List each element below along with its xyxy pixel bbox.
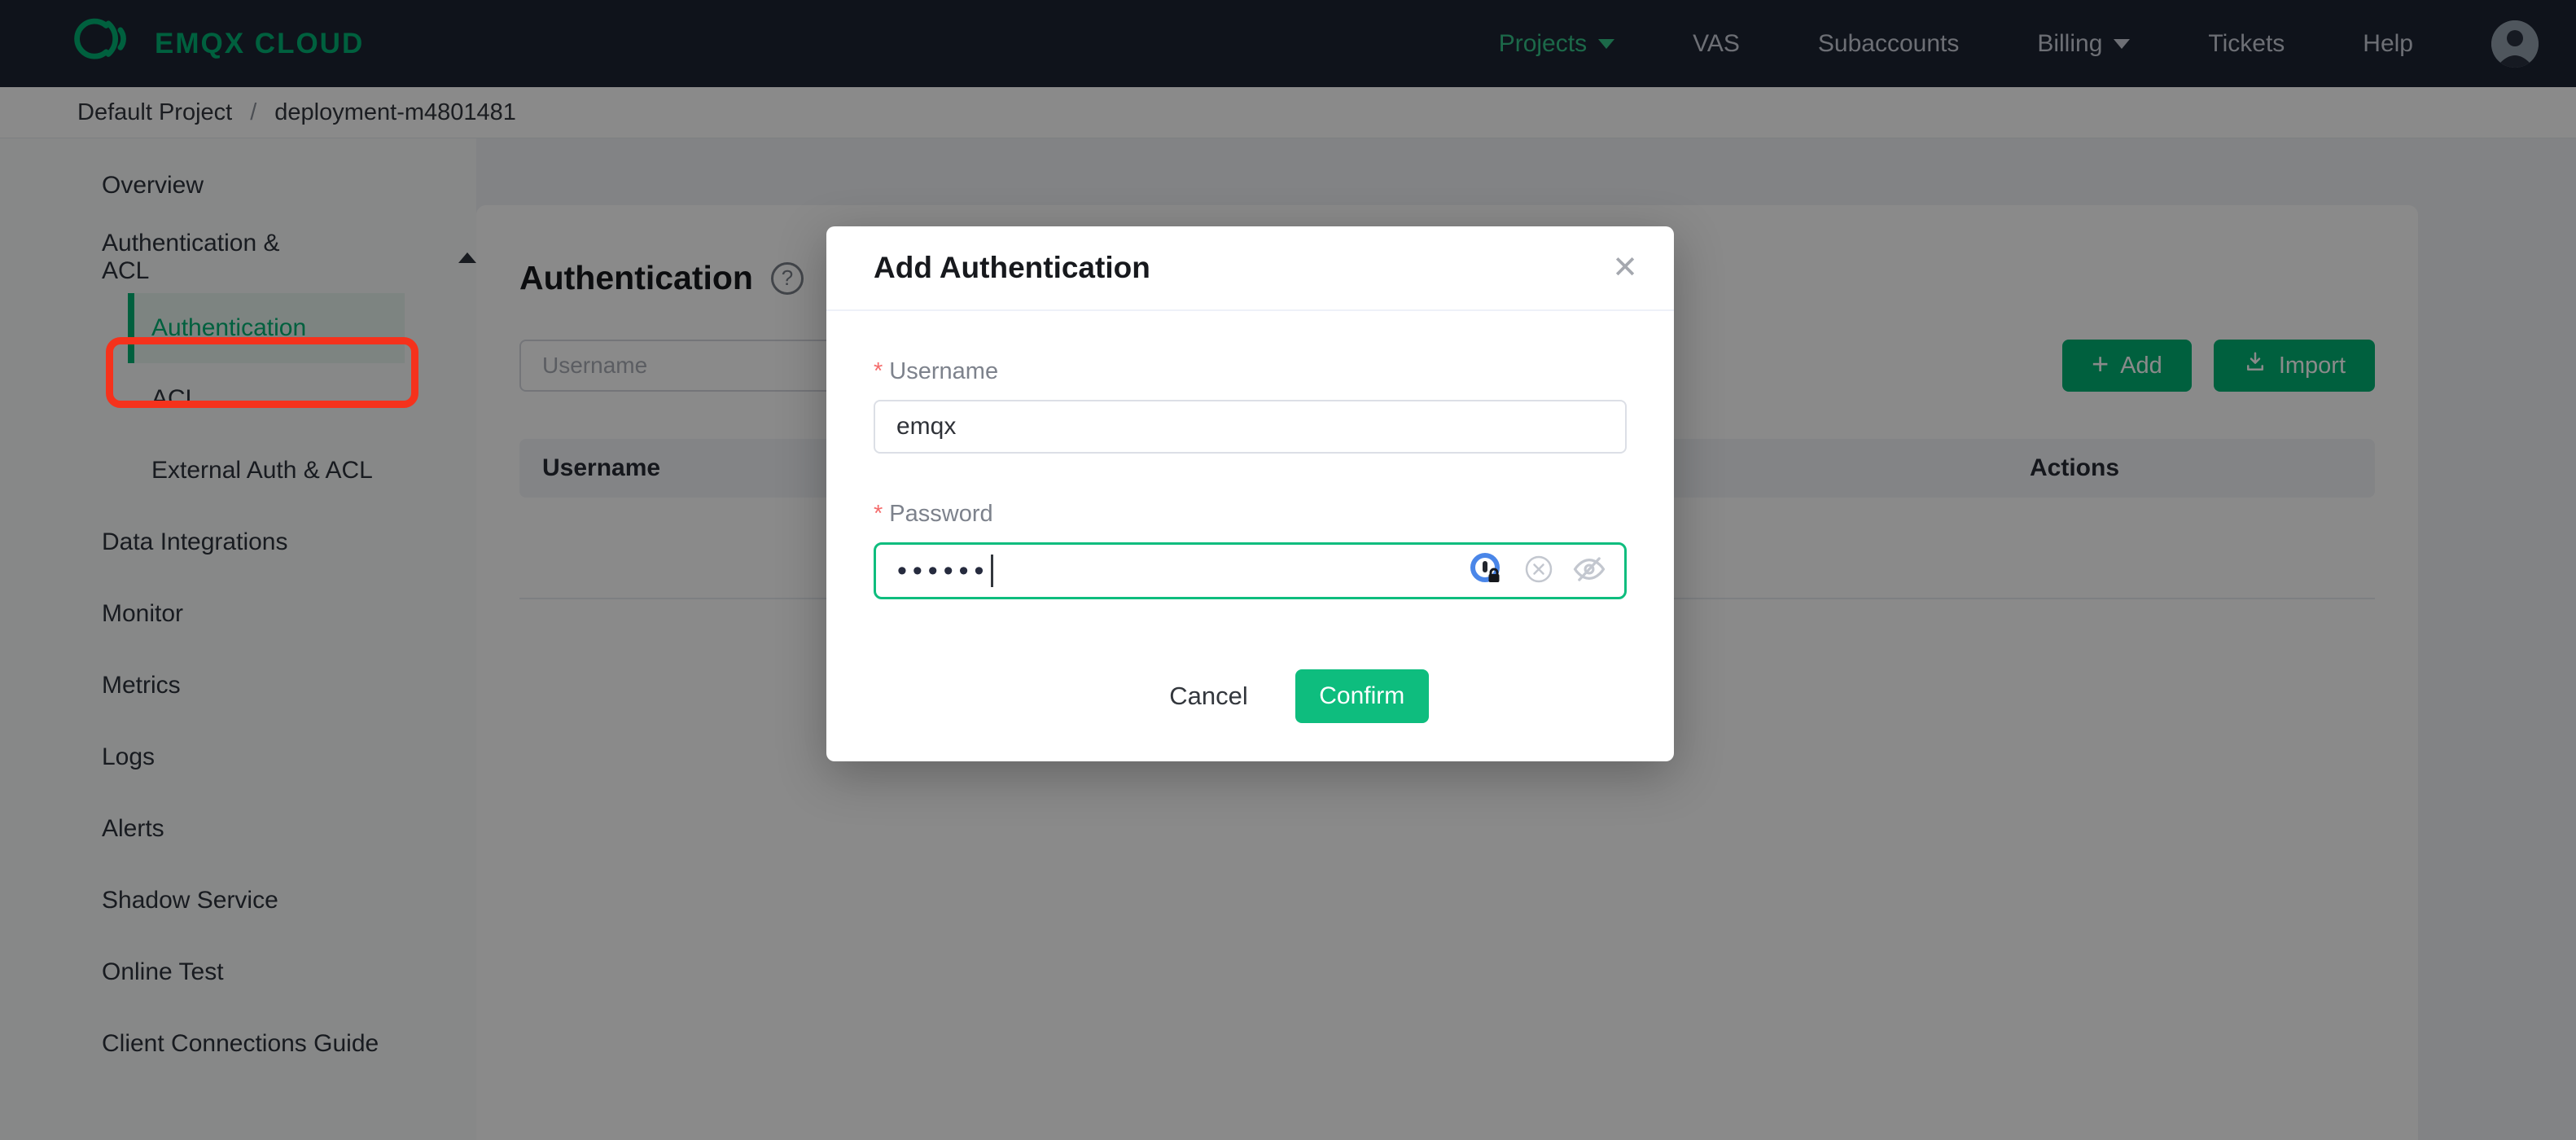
password-field-label: Password xyxy=(889,501,993,527)
clear-icon[interactable] xyxy=(1523,554,1554,589)
masked-password-value: •••••• xyxy=(897,555,990,586)
modal-title: Add Authentication xyxy=(874,251,1150,284)
required-asterisk: * xyxy=(874,501,883,527)
text-cursor xyxy=(991,555,994,587)
close-icon[interactable]: ✕ xyxy=(1612,252,1638,283)
confirm-button[interactable]: Confirm xyxy=(1295,669,1429,723)
password-manager-icon[interactable] xyxy=(1468,550,1505,592)
cancel-button[interactable]: Cancel xyxy=(1169,682,1248,711)
add-authentication-modal: Add Authentication ✕ * Username * Passwo… xyxy=(826,226,1674,761)
emqx-cloud-page: EMQX CLOUD Projects VAS Subaccounts Bill… xyxy=(0,0,2576,1140)
username-field-label: Username xyxy=(889,358,999,384)
password-field[interactable]: •••••• xyxy=(874,542,1627,599)
username-field[interactable] xyxy=(874,400,1627,454)
toggle-visibility-icon[interactable] xyxy=(1572,552,1606,590)
required-asterisk: * xyxy=(874,358,883,384)
